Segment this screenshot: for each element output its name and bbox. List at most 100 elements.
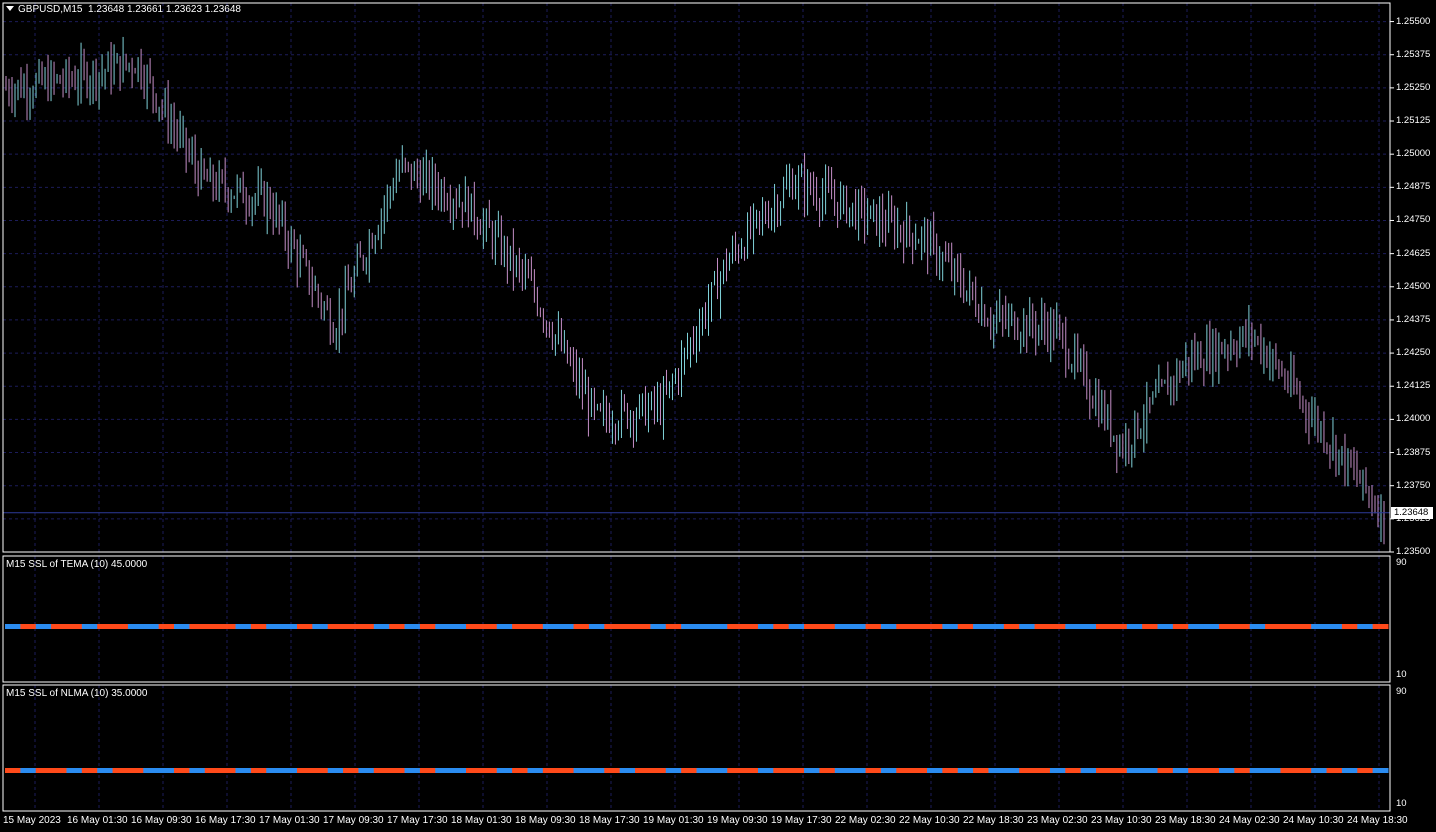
ssl-segment xyxy=(573,768,590,773)
ssl-segment xyxy=(1034,768,1051,773)
time-label: 18 May 17:30 xyxy=(579,815,640,826)
ssl-segment xyxy=(957,768,974,773)
ssl-segment xyxy=(988,624,1005,629)
symbol-header[interactable]: GBPUSD,M15 1.23648 1.23661 1.23623 1.236… xyxy=(6,4,241,16)
time-label: 19 May 09:30 xyxy=(707,815,768,826)
time-label: 22 May 02:30 xyxy=(835,815,896,826)
ssl-segment xyxy=(1234,624,1251,629)
time-label: 18 May 01:30 xyxy=(451,815,512,826)
panel-frames xyxy=(2,2,1391,812)
ssl-segment xyxy=(81,624,98,629)
ssl-segment xyxy=(81,768,98,773)
ssl-segment xyxy=(1203,624,1220,629)
ssl-segment xyxy=(1065,768,1082,773)
ssl-segment xyxy=(435,768,452,773)
time-label: 17 May 17:30 xyxy=(387,815,448,826)
ssl-segment xyxy=(66,624,83,629)
ssl-segment xyxy=(1188,768,1205,773)
ssl-segment xyxy=(127,624,144,629)
time-label: 23 May 02:30 xyxy=(1027,815,1088,826)
ssl-segment xyxy=(681,624,697,629)
ssl-segment xyxy=(266,624,283,629)
time-label: 24 May 10:30 xyxy=(1283,815,1344,826)
ssl-segment xyxy=(404,768,421,773)
ssl-segment xyxy=(373,768,390,773)
chart-canvas[interactable] xyxy=(0,0,1436,832)
ssl-segment xyxy=(1326,624,1343,629)
ssl-segment xyxy=(1019,768,1036,773)
ssl-segment xyxy=(112,768,129,773)
ssl-segment xyxy=(927,624,943,629)
ssl-segment xyxy=(1280,624,1297,629)
ssl-segment xyxy=(512,624,528,629)
ssl-segment xyxy=(573,624,590,629)
ssl-segment xyxy=(665,768,682,773)
ssl-segment xyxy=(204,624,221,629)
time-label: 16 May 01:30 xyxy=(67,815,128,826)
ssl-segment xyxy=(727,768,744,773)
time-label: 23 May 18:30 xyxy=(1155,815,1216,826)
ssl-segment xyxy=(512,768,528,773)
ssl-segment xyxy=(97,768,114,773)
ssl-segment xyxy=(496,768,513,773)
ssl-segment xyxy=(5,768,21,773)
ssl-segment xyxy=(865,768,882,773)
ssl-segment xyxy=(1341,768,1358,773)
ssl-segment xyxy=(880,768,897,773)
ssl-segment xyxy=(266,768,283,773)
ssl-segment xyxy=(1218,768,1235,773)
ssl-segment xyxy=(1265,624,1281,629)
ssl-segment xyxy=(1172,624,1189,629)
time-label: 16 May 17:30 xyxy=(195,815,256,826)
ssl-segment xyxy=(1142,768,1158,773)
ssl-segment xyxy=(850,624,867,629)
price-label: 1.25000 xyxy=(1396,148,1431,160)
ssl-segment xyxy=(1019,624,1036,629)
ssl-segment xyxy=(757,624,774,629)
price-label: 1.25125 xyxy=(1396,115,1431,127)
time-label: 24 May 18:30 xyxy=(1347,815,1408,826)
ssl-segment xyxy=(619,768,636,773)
ssl-segment xyxy=(942,768,959,773)
ssl-segment xyxy=(1249,624,1266,629)
ssl-segment xyxy=(604,768,621,773)
ssl-segment xyxy=(404,624,421,629)
ssl-segment xyxy=(481,768,498,773)
price-label: 1.25375 xyxy=(1396,48,1431,60)
ssl-segment xyxy=(327,768,344,773)
ssl-segment xyxy=(35,624,52,629)
price-label: 1.24250 xyxy=(1396,347,1431,359)
time-label: 22 May 10:30 xyxy=(899,815,960,826)
ssl-segment xyxy=(1003,768,1020,773)
price-label: 1.24500 xyxy=(1396,280,1431,292)
time-label: 19 May 01:30 xyxy=(643,815,704,826)
panel-frame xyxy=(2,2,1391,553)
ssl-segment xyxy=(389,768,406,773)
ssl-segment xyxy=(1096,624,1112,629)
ssl-segment xyxy=(911,624,928,629)
ssl-segment xyxy=(1157,624,1174,629)
ssl-segment xyxy=(1080,768,1097,773)
ssl-segment xyxy=(527,624,544,629)
ssl-segment xyxy=(1249,768,1266,773)
ssl-segment xyxy=(650,768,667,773)
ohlc-values: 1.23648 1.23661 1.23623 1.23648 xyxy=(88,4,241,15)
ssl-segment xyxy=(819,768,836,773)
ssl-segment xyxy=(696,768,713,773)
panel-frame xyxy=(2,555,1391,683)
price-label: 1.25250 xyxy=(1396,81,1431,93)
price-label: 1.24125 xyxy=(1396,380,1431,392)
ssl-segment xyxy=(112,624,129,629)
ssl-segment xyxy=(988,768,1005,773)
ssl-segment xyxy=(635,768,651,773)
ssl-segment xyxy=(343,624,359,629)
dropdown-triangle-icon[interactable] xyxy=(6,6,14,11)
indicator-title-tema: M15 SSL of TEMA (10) 45.0000 xyxy=(6,559,148,570)
ssl-segment xyxy=(696,624,713,629)
ssl-segment xyxy=(788,624,805,629)
price-bars xyxy=(5,36,1385,545)
ssl-segment xyxy=(1111,768,1128,773)
ssl-segment xyxy=(1096,768,1112,773)
ssl-segment xyxy=(1372,624,1389,629)
ssl-segment xyxy=(1311,624,1328,629)
